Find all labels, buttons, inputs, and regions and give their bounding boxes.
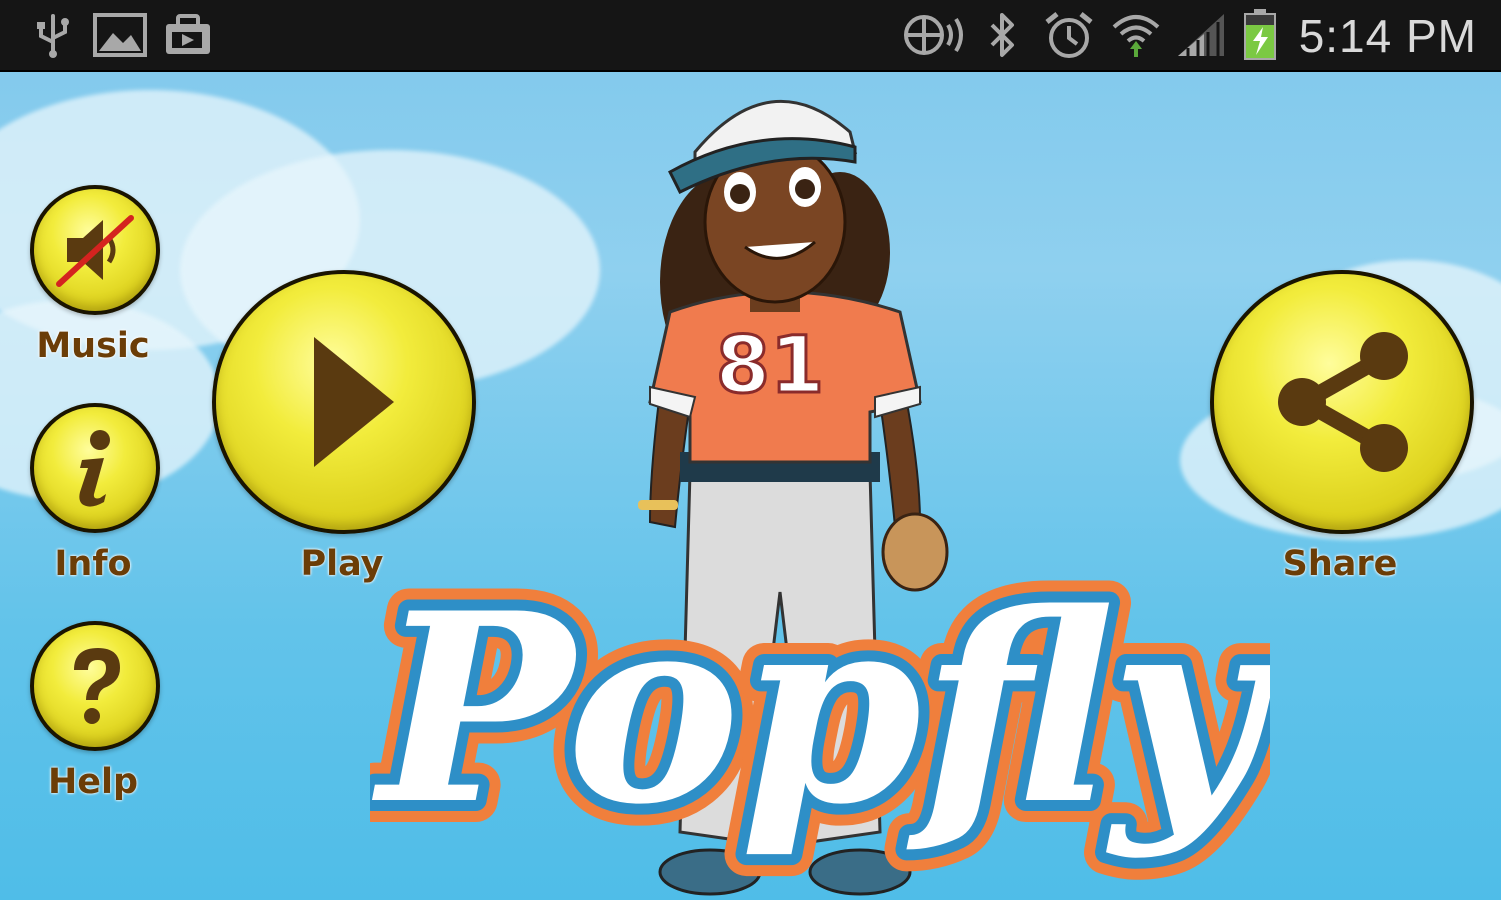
info-label: Info — [54, 544, 132, 584]
share-button[interactable] — [1210, 270, 1474, 534]
battery-charging-icon — [1238, 0, 1282, 70]
status-clock: 5:14 PM — [1298, 10, 1477, 62]
question-mark-icon — [74, 648, 120, 724]
music-label: Music — [36, 326, 150, 366]
nfc-icon — [900, 0, 970, 70]
share-label: Share — [1282, 544, 1398, 584]
play-icon — [314, 337, 394, 467]
alarm-icon — [1040, 0, 1098, 70]
game-logo: Popfly Popfly Popfly — [348, 520, 1299, 900]
jersey-number: 81 — [716, 321, 825, 411]
game-main-menu: 5:14 PM 81 Music Info Help Play Share Po… — [0, 0, 1501, 900]
help-label: Help — [47, 762, 139, 802]
music-toggle-button[interactable] — [30, 185, 160, 315]
briefcase-icon — [160, 0, 216, 70]
usb-icon — [28, 0, 78, 70]
info-icon — [79, 430, 110, 507]
image-icon — [92, 0, 148, 70]
info-button[interactable] — [30, 403, 160, 533]
speaker-muted-icon — [56, 215, 134, 287]
help-button[interactable] — [30, 621, 160, 751]
logo-title: Popfly — [370, 557, 1270, 862]
bluetooth-icon — [980, 0, 1024, 70]
signal-icon — [1172, 0, 1230, 70]
status-bar: 5:14 PM — [0, 0, 1501, 72]
wifi-icon — [1108, 0, 1164, 70]
share-icon — [1278, 332, 1408, 472]
play-button[interactable] — [212, 270, 476, 534]
